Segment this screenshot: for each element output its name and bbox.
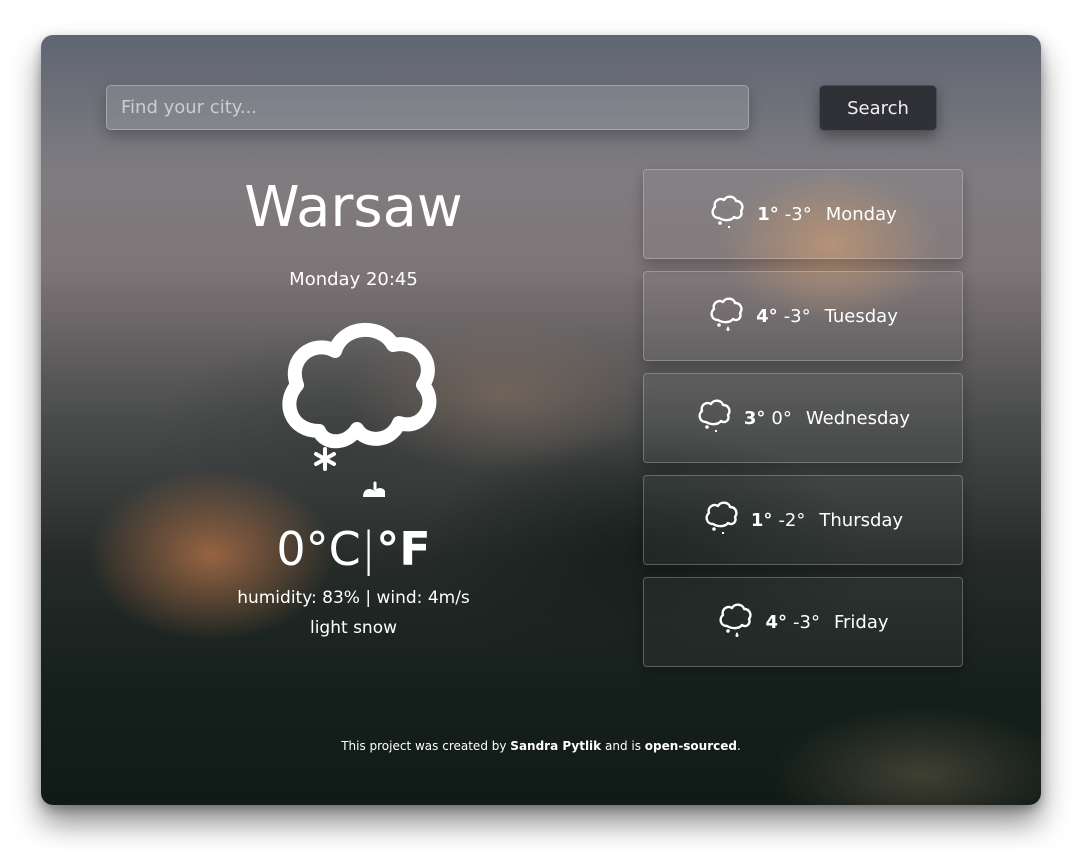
city-search-input[interactable] [106, 85, 749, 130]
forecast-day-wednesday: 3° 0° Wednesday [643, 373, 963, 463]
forecast-high: 4° [765, 611, 787, 633]
current-temperature: 0°C|°F [191, 521, 516, 577]
forecast-low: -3° [783, 305, 811, 327]
celsius-toggle[interactable]: °C [306, 522, 361, 576]
forecast-day-friday: 4° -3° Friday [643, 577, 963, 667]
fahrenheit-toggle[interactable]: °F [376, 522, 430, 576]
cloud-rain-icon [719, 603, 752, 637]
weather-details: humidity: 83% | wind: 4m/s light snow [191, 583, 516, 643]
forecast-day-name: Wednesday [805, 407, 911, 429]
forecast-low: -3° [793, 611, 820, 633]
forecast-high: 3° [743, 407, 766, 429]
footer: This project was created by Sandra Pytli… [41, 739, 1041, 753]
footer-prefix: This project was created by [341, 739, 507, 753]
forecast-day-monday: 1° -3° Monday [643, 169, 963, 259]
forecast-day-name: Monday [825, 203, 897, 225]
forecast-day-name: Friday [833, 611, 889, 633]
humidity-wind: humidity: 83% | wind: 4m/s [237, 588, 470, 608]
temperature-value: 0 [276, 522, 306, 576]
forecast-low: 0° [771, 407, 792, 429]
footer-suffix: . [736, 739, 741, 753]
weather-description: light snow [309, 618, 398, 638]
forecast-day-tuesday: 4° -3° Tuesday [643, 271, 963, 361]
snow-cloud-icon [281, 323, 436, 497]
forecast-high: 1° [750, 509, 773, 531]
forecast-low: -3° [784, 203, 812, 225]
weather-app-card: Search Warsaw Monday 20:45 0°C|°F humidi… [41, 35, 1041, 805]
author-link[interactable]: Sandra Pytlik [510, 739, 601, 753]
forecast-high: 1° [757, 203, 779, 225]
search-button[interactable]: Search [819, 85, 937, 131]
forecast-low: -2° [778, 509, 806, 531]
cloud-rain-icon [705, 501, 738, 534]
cloud-rain-icon [698, 399, 731, 432]
forecast-day-name: Tuesday [824, 305, 898, 327]
forecast-day-name: Thursday [819, 509, 904, 531]
forecast-list: 1° -3° Monday 4° -3° Tuesday 3° 0° Wedne… [643, 169, 963, 679]
cloud-rain-icon [711, 195, 744, 228]
city-name: Warsaw [244, 175, 463, 240]
current-weather: Warsaw Monday 20:45 0°C|°F humidity: 83%… [191, 165, 516, 643]
unit-separator: | [360, 522, 377, 576]
cloud-rain-icon [710, 297, 743, 331]
forecast-high: 4° [756, 305, 778, 327]
open-source-link[interactable]: open-sourced [645, 739, 737, 753]
current-datetime: Monday 20:45 [289, 269, 418, 290]
footer-middle: and is [604, 739, 641, 753]
forecast-day-thursday: 1° -2° Thursday [643, 475, 963, 565]
